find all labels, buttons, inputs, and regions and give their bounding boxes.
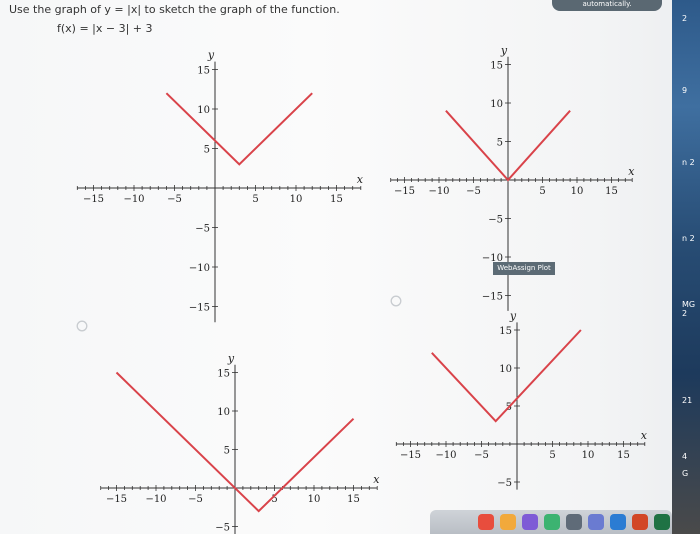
- strip-label: 9: [682, 86, 688, 95]
- radio-circle-icon: [390, 295, 402, 307]
- webassign-page: automatically. Use the graph of y = |x| …: [0, 0, 700, 534]
- dock-app-icon[interactable]: [588, 514, 604, 530]
- x-tick-label: 5: [549, 450, 555, 461]
- strip-label: MG 2: [682, 300, 696, 318]
- strip-label: n 2: [682, 158, 695, 167]
- dock-app-icon[interactable]: [500, 514, 516, 530]
- radio-option-b[interactable]: [390, 292, 402, 307]
- dock-app-icon[interactable]: [522, 514, 538, 530]
- x-tick-label: 10: [582, 450, 595, 461]
- y-tick-label: 10: [499, 364, 512, 375]
- x-tick-label: 15: [617, 450, 630, 461]
- dock-app-icon[interactable]: [544, 514, 560, 530]
- webassign-plot-badge[interactable]: WebAssign Plot: [493, 262, 555, 275]
- strip-label: 4: [682, 452, 688, 461]
- radio-circle-icon: [76, 320, 88, 332]
- x-tick-label: −10: [435, 450, 456, 461]
- y-tick-label: −5: [497, 478, 512, 489]
- x-tick-label: −5: [474, 450, 489, 461]
- y-axis-label: y: [509, 309, 517, 322]
- strip-label: G: [682, 469, 689, 478]
- x-tick-label: −15: [400, 450, 421, 461]
- y-tick-label: 15: [499, 326, 512, 337]
- powerpoint-app-icon[interactable]: [632, 514, 648, 530]
- x-axis-label: x: [641, 429, 648, 442]
- strip-label: 21: [682, 396, 693, 405]
- graph-svg: −15 −10 −5 5 10 1551015−5xy: [395, 309, 648, 490]
- strip-label: n 2: [682, 234, 695, 243]
- word-app-icon[interactable]: [610, 514, 626, 530]
- excel-app-icon[interactable]: [654, 514, 670, 530]
- dock-app-icon[interactable]: [566, 514, 582, 530]
- strip-label: 2: [682, 14, 688, 23]
- dock-app-icon[interactable]: [478, 514, 494, 530]
- radio-option-a[interactable]: [76, 317, 88, 332]
